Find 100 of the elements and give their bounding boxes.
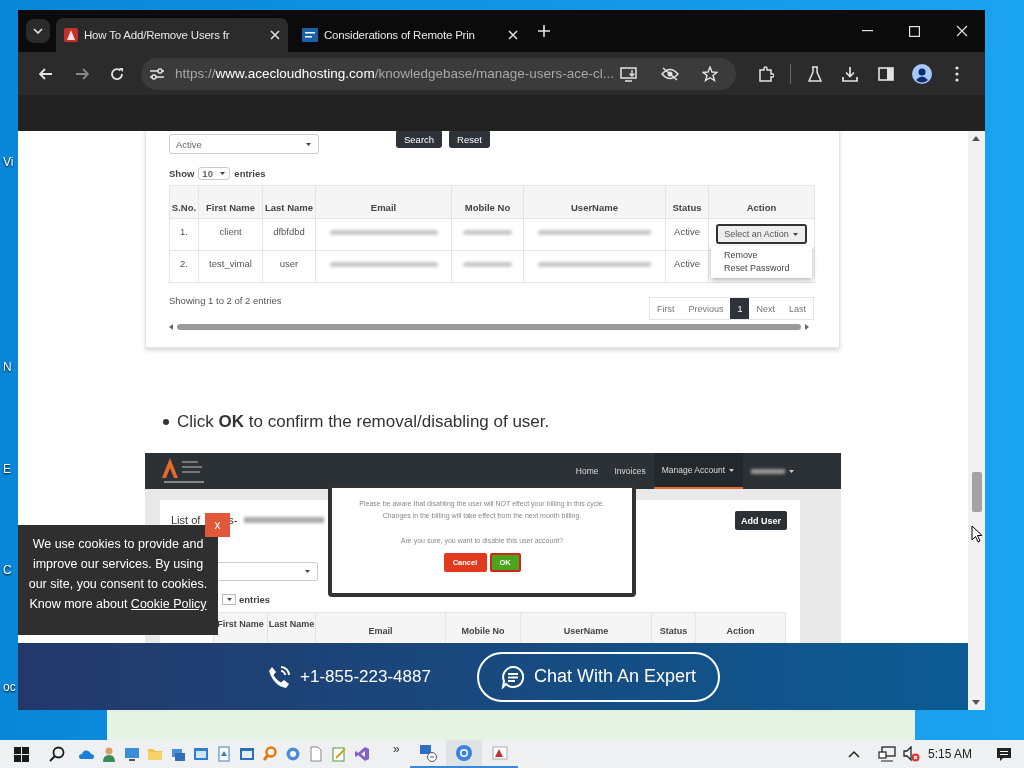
puzzle-icon[interactable] [757,65,774,82]
table-header: Mobile No [461,626,505,636]
table-cell: 1. [180,226,188,237]
list-heading: List of [171,514,201,526]
table-header: Action [746,202,777,213]
desktop-icon-label[interactable]: oc [3,680,16,694]
phone-number[interactable]: +1-855-223-4887 [300,666,431,687]
add-user-button[interactable]: Add User [735,511,787,530]
scroll-down-icon[interactable] [972,700,980,705]
desktop-icon-label[interactable]: C [3,563,12,577]
remote-desktop-icon[interactable] [418,744,437,762]
nav-link[interactable]: Manage Account [653,453,743,489]
page-length-select[interactable] [222,594,236,605]
desktop-icon-label[interactable]: E [3,462,11,476]
cookie-policy-link[interactable]: Cookie Policy [130,597,207,611]
window-icon[interactable] [238,746,255,762]
table-header: Email [370,202,397,213]
table-cell: Active [674,226,700,237]
browser-icon[interactable] [284,746,301,762]
entries-label: entries [234,168,266,179]
caret-icon [219,171,227,176]
reload-icon[interactable] [110,66,125,81]
table-cell: user [279,258,299,269]
table-cell: test_vimal [209,258,252,269]
caret-icon [791,231,799,237]
browser-tab[interactable]: How To Add/Remove Users fr [56,18,288,52]
tab-search-button[interactable] [26,19,50,43]
star-icon[interactable] [702,65,719,82]
document-icon[interactable] [215,746,232,762]
chat-icon [500,664,525,689]
flask-icon[interactable] [807,65,822,82]
table-header: Last Name [268,619,315,629]
download-icon[interactable] [842,65,859,82]
clock[interactable]: 5:15 AM [927,747,972,761]
magnifier-icon[interactable] [261,746,278,762]
table-header: UserName [571,202,618,213]
reset-button[interactable]: Reset [449,131,490,148]
desktop-icon-label[interactable]: N [3,360,12,374]
search-button[interactable]: Search [396,131,443,148]
mouse-cursor-icon [971,525,983,543]
monitor-icon[interactable] [123,746,140,762]
overflow-chevron[interactable]: » [393,742,400,756]
browser-icon[interactable] [454,744,473,762]
browser-tab[interactable]: Considerations of Remote Prin [294,18,526,52]
scroll-up-icon[interactable] [972,136,980,141]
table-info: Showing 1 to 2 of 2 entries [169,295,282,306]
table-header: First Name [217,619,264,629]
person-icon[interactable] [100,746,117,762]
page-length-select[interactable]: 10 [198,167,231,180]
nav-link[interactable]: Invoices [606,453,654,489]
menu-icon[interactable] [955,65,960,82]
maximize-icon[interactable] [909,25,920,37]
chevron-down-icon [33,28,43,34]
window-icon[interactable] [192,746,209,762]
table-header: Email [368,626,393,636]
windows-logo-icon[interactable] [14,746,29,762]
chevron-up-icon[interactable] [847,750,860,758]
pagination-button[interactable]: 1 [730,298,750,319]
minimize-icon[interactable] [862,30,873,32]
close-icon[interactable] [508,30,518,40]
close-button[interactable]: x [205,513,230,537]
action-dropdown[interactable]: Select an Action [716,224,807,244]
scrollbar-thumb[interactable] [177,324,801,330]
menu-item[interactable]: Remove [724,249,812,262]
entries-label: entries [239,594,271,605]
cookie-text: We use cookies to provide and improve our services. By using our site, you consent to cookies. Know more about Cookie Policy [28,537,208,611]
table-cell: dfbfdbd [273,226,305,237]
close-icon[interactable] [955,25,968,37]
install-app-icon[interactable] [620,65,638,82]
network-icon[interactable] [169,746,186,762]
menu-item[interactable]: Reset Password [724,262,812,275]
phone-icon [266,663,292,690]
visual-studio-icon[interactable] [353,746,370,762]
volume-muted-icon[interactable] [901,746,920,762]
new-tab-icon[interactable] [538,25,550,37]
table-header: UserName [563,626,609,636]
favicon-icon [64,28,78,42]
table-header: First Name [205,202,256,213]
table-header: S.No. [171,202,197,213]
scrollbar-thumb[interactable] [972,472,982,512]
table-header: Action [726,626,755,636]
avatar-icon[interactable] [911,63,932,84]
caret-icon [225,597,233,602]
forward-icon[interactable] [74,67,89,80]
close-icon[interactable] [270,30,280,40]
eye-off-icon[interactable] [661,66,680,81]
back-icon[interactable] [38,67,53,80]
nav-link[interactable]: Home [567,453,607,489]
desktop-icon-label[interactable]: Vi [3,155,14,169]
site-settings-icon[interactable] [149,66,165,81]
search-icon[interactable] [48,746,65,762]
chat-button[interactable]: Chat With An Expert [476,651,720,702]
network-icon[interactable] [877,746,896,762]
notification-icon[interactable] [996,746,1012,762]
status-select[interactable]: Active [169,134,319,154]
side-panel-icon[interactable] [877,66,894,81]
table-cell: 2. [180,258,188,269]
app-icon[interactable] [491,745,508,761]
table-cell: client [219,226,242,237]
address-bar[interactable]: https://www.acecloudhosting.com/knowledgebase/manage-users-ace-cl... [141,57,736,90]
